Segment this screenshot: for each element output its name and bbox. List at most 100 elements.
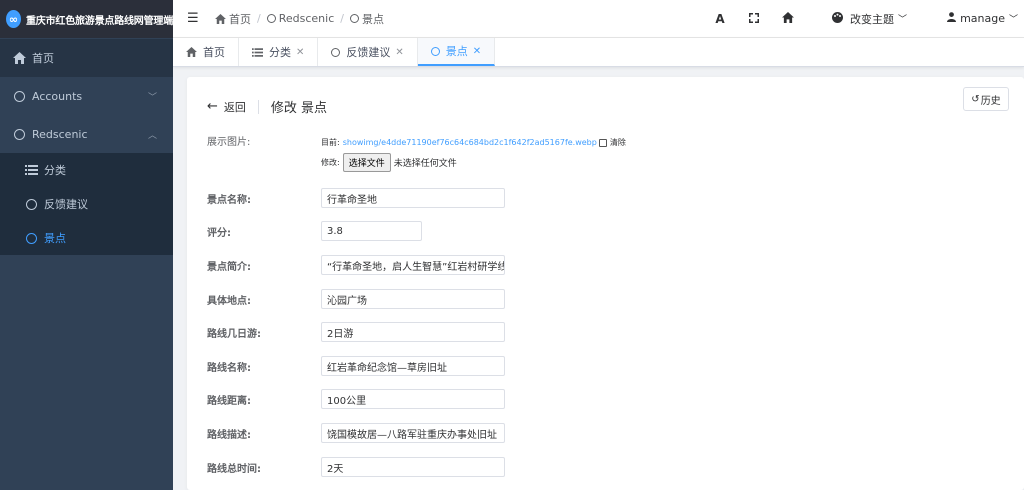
fullscreen-icon[interactable] <box>738 12 770 26</box>
header-divider <box>257 99 259 114</box>
current-prefix: 目前: <box>321 138 340 147</box>
circle-icon <box>266 14 276 23</box>
field-label: 路线名称: <box>207 362 251 374</box>
form-row-total-time: 路线总时间: 2天 <box>207 457 505 477</box>
sidebar-item-category[interactable]: 分类 <box>0 153 173 187</box>
route-name-input[interactable]: 红岩革命纪念馆—草房旧址 <box>321 356 505 376</box>
chevron-down-icon: ﹀ <box>1008 15 1018 25</box>
intro-input[interactable]: “行革命圣地，启人生智慧”红岩村研学线路 <box>321 255 505 275</box>
page-title: 修改 景点 <box>270 101 328 116</box>
palette-icon <box>832 11 844 26</box>
tab-label: 首页 <box>203 46 225 59</box>
field-label: 路线描述: <box>207 429 251 441</box>
form-row-name: 景点名称: 行革命圣地 <box>207 188 505 208</box>
form-row-location: 具体地点: 沁园广场 <box>207 289 505 309</box>
close-icon[interactable]: ✕ <box>296 47 304 58</box>
history-icon: ↺ <box>971 93 980 105</box>
image-field: 目前: showimg/e4dde71190ef76c64c684bd2c1f6… <box>321 136 626 172</box>
circle-icon <box>331 47 341 57</box>
breadcrumb-separator: / <box>340 12 344 25</box>
field-label: 路线距离: <box>207 395 251 407</box>
breadcrumb-scenic: 景点 <box>349 11 384 27</box>
current-image-line: 目前: showimg/e4dde71190ef76c64c684bd2c1f6… <box>321 136 626 149</box>
close-icon[interactable]: ✕ <box>395 47 403 58</box>
sidebar-item-redscenic[interactable]: Redscenic ︿ <box>0 115 173 153</box>
hamburger-icon[interactable]: ☰ <box>187 11 203 26</box>
font-size-icon[interactable]: A <box>704 12 736 26</box>
back-label: 返回 <box>223 100 246 114</box>
brand-title: 重庆市红色旅游景点路线网管理端 <box>26 15 173 27</box>
breadcrumb-label: 景点 <box>361 12 384 26</box>
breadcrumb-redscenic[interactable]: Redscenic <box>266 12 335 25</box>
field-label: 具体地点: <box>207 295 251 307</box>
history-button[interactable]: ↺ 历史 <box>963 87 1009 111</box>
close-icon[interactable]: ✕ <box>473 46 481 57</box>
breadcrumb-separator: / <box>257 12 261 25</box>
chevron-down-icon: ﹀ <box>147 92 157 103</box>
scenic-name-input[interactable]: 行革命圣地 <box>321 188 505 208</box>
circle-icon <box>12 128 26 140</box>
form-row-route-name: 路线名称: 红岩革命纪念馆—草房旧址 <box>207 356 505 376</box>
rating-input[interactable]: 3.8 <box>321 221 422 241</box>
chevron-up-icon: ︿ <box>147 130 157 141</box>
brand: ∞ 重庆市红色旅游景点路线网管理端 <box>0 0 173 38</box>
sidebar-item-accounts[interactable]: Accounts ﹀ <box>0 77 173 115</box>
form-row-rating: 评分: 3.8 <box>207 221 422 241</box>
redscenic-submenu: 分类 反馈建议 景点 <box>0 153 173 255</box>
navbar: ☰ 首页 / Redscenic / 景点 A 改变主题 ﹀ manage ﹀ <box>173 0 1024 38</box>
sidebar-item-label: 景点 <box>44 232 66 245</box>
tab-home[interactable]: 首页 <box>173 38 239 66</box>
choose-file-button[interactable]: 选择文件 <box>342 153 391 172</box>
history-label: 历史 <box>980 95 1001 107</box>
circle-icon <box>24 232 38 244</box>
circle-icon <box>430 46 440 56</box>
field-label: 路线几日游: <box>207 328 261 340</box>
sidebar-item-scenic[interactable]: 景点 <box>0 221 173 255</box>
user-label: manage <box>960 12 1005 25</box>
sidebar-item-feedback[interactable]: 反馈建议 <box>0 187 173 221</box>
breadcrumb: 首页 / Redscenic / 景点 <box>215 11 384 27</box>
infinity-logo-icon: ∞ <box>6 10 21 28</box>
user-menu[interactable]: manage ﹀ <box>947 12 1018 25</box>
breadcrumb-home[interactable]: 首页 <box>215 11 251 27</box>
change-image-line: 修改: 选择文件 未选择任何文件 <box>321 153 626 172</box>
route-total-time-input[interactable]: 2天 <box>321 457 505 477</box>
sidebar-item-home[interactable]: 首页 <box>0 39 173 77</box>
sidebar-item-label: 首页 <box>32 52 54 65</box>
circle-icon <box>349 14 359 23</box>
list-icon <box>24 165 38 175</box>
image-row: 展示图片: <box>207 133 321 148</box>
circle-icon <box>12 90 26 102</box>
route-description-input[interactable]: 饶国模故居—八路军驻重庆办事处旧址 <box>321 423 505 443</box>
tab-scenic[interactable]: 景点 ✕ <box>417 38 496 66</box>
file-status: 未选择任何文件 <box>393 159 457 169</box>
tab-feedback[interactable]: 反馈建议 ✕ <box>318 38 418 66</box>
field-label: 景点简介: <box>207 261 251 273</box>
back-button[interactable]: ← 返回 <box>207 99 246 115</box>
list-icon <box>252 47 263 57</box>
field-label: 评分: <box>207 227 231 239</box>
home-icon[interactable] <box>772 11 804 26</box>
edit-form-card: ← 返回 修改 景点 ↺ 历史 展示图片: 目前: showimg/e4dde7… <box>187 77 1024 490</box>
sidebar-item-label: Redscenic <box>32 127 88 141</box>
home-icon <box>12 52 26 64</box>
clear-checkbox[interactable] <box>598 138 607 147</box>
sidebar: ∞ 重庆市红色旅游景点路线网管理端 首页 Accounts ﹀ Redsceni… <box>0 0 173 490</box>
tab-label: 反馈建议 <box>346 46 391 59</box>
breadcrumb-label: Redscenic <box>278 12 335 25</box>
form-row-intro: 景点简介: “行革命圣地，启人生智慧”红岩村研学线路 <box>207 255 505 275</box>
clear-label: 清除 <box>609 138 626 147</box>
route-days-input[interactable]: 2日游 <box>321 322 505 342</box>
sidebar-item-label: 反馈建议 <box>44 198 88 211</box>
circle-icon <box>24 198 38 210</box>
change-prefix: 修改: <box>321 158 340 167</box>
theme-switch[interactable]: 改变主题 ﹀ <box>832 11 907 27</box>
tags-view: 首页 分类 ✕ 反馈建议 ✕ 景点 ✕ <box>173 38 1024 67</box>
current-image-link[interactable]: showimg/e4dde71190ef76c64c684bd2c1f642f2… <box>343 138 597 147</box>
field-label: 路线总时间: <box>207 463 261 475</box>
location-input[interactable]: 沁园广场 <box>321 289 505 309</box>
field-label: 景点名称: <box>207 194 251 206</box>
arrow-left-icon: ← <box>207 99 218 114</box>
route-distance-input[interactable]: 100公里 <box>321 389 505 409</box>
tab-category[interactable]: 分类 ✕ <box>239 38 319 66</box>
